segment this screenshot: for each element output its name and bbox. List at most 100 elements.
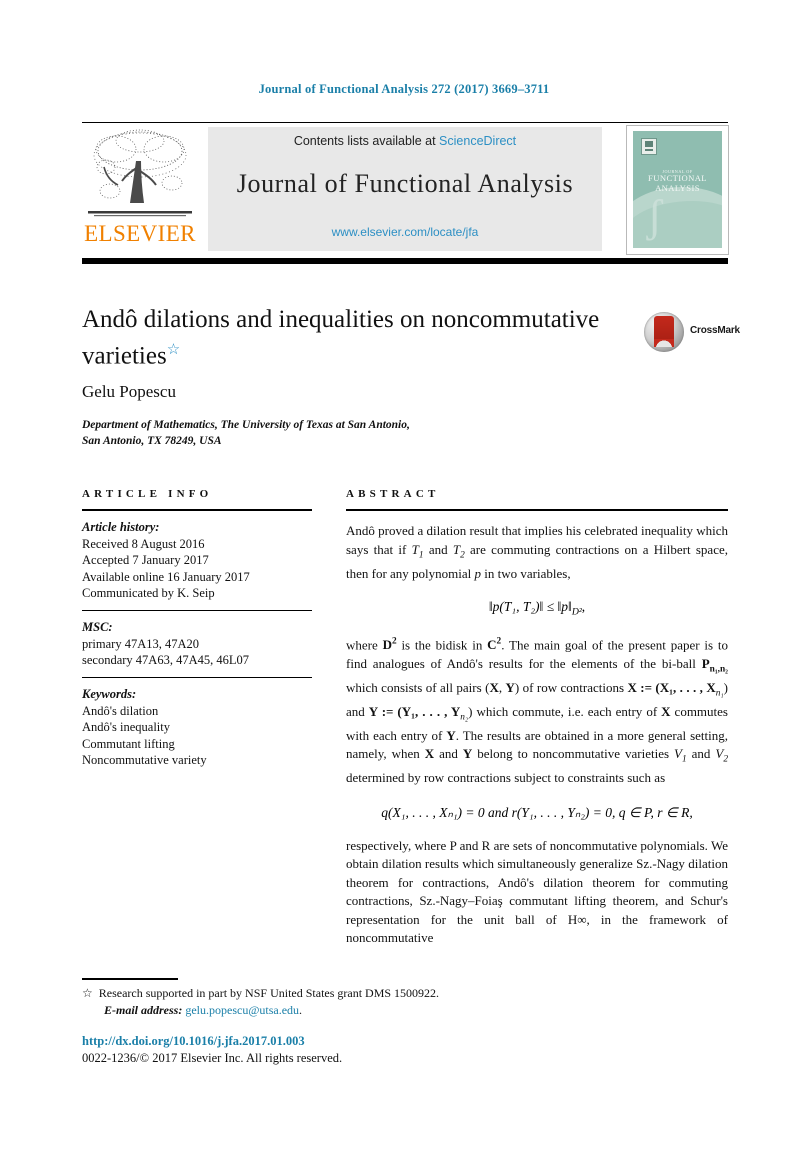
- abs-p2-X3: X: [424, 746, 435, 762]
- history-item: Received 8 August 2016: [82, 536, 205, 551]
- email-address-label: E-mail address:: [104, 1003, 183, 1017]
- abs-p2-l: belong to noncommutative varieties: [472, 746, 675, 762]
- msc-item: secondary 47A63, 47A45, 46L07: [82, 653, 249, 667]
- footnote-block: ☆ Research supported in part by NSF Unit…: [82, 985, 682, 1019]
- history-item: Available online 16 January 2017: [82, 569, 250, 584]
- abs-p2-a: where: [346, 637, 383, 653]
- article-info-heading: ARTICLE INFO: [82, 488, 213, 500]
- keyword-item: Andô's inequality: [82, 720, 171, 734]
- abs-p2-h: ) which commute, i.e. each entry of: [468, 703, 662, 719]
- journal-banner: ELSEVIER Contents lists available at Sci…: [82, 122, 729, 255]
- cover-title: JOURNAL OF FUNCTIONAL ANALYSIS: [633, 169, 722, 193]
- contents-prefix: Contents lists available at: [293, 134, 440, 148]
- journal-title: Journal of Functional Analysis: [236, 169, 574, 198]
- journal-cover-thumbnail[interactable]: ʃ JOURNAL OF FUNCTIONAL ANALYSIS: [626, 125, 729, 255]
- elsevier-logo[interactable]: ELSEVIER: [82, 127, 198, 251]
- abstract-heading: ABSTRACT: [346, 488, 440, 500]
- abstract-column: ABSTRACT Andô proved a dilation result t…: [346, 488, 728, 948]
- abs-p2-V1: V1: [674, 746, 687, 765]
- abs-p2-bidisk: D2: [382, 636, 397, 653]
- abstract-equation-1: ‖p(T₁, T₂)‖ ≤ ‖p‖D²,: [346, 599, 728, 618]
- crossmark-notch-shape: [654, 339, 674, 347]
- abs-p2-Y3: Y: [462, 746, 473, 762]
- affiliation-line-1: Department of Mathematics, The Universit…: [82, 419, 410, 431]
- abstract-rule: [346, 509, 728, 511]
- abs-p1-T1: T1: [411, 541, 424, 561]
- keywords-group: Keywords: Andô's dilation Andô's inequal…: [82, 686, 312, 769]
- history-item: Communicated by K. Seip: [82, 586, 215, 600]
- crossmark-label: CrossMark: [690, 325, 740, 336]
- abs-p2-Ydef: Y := (Y₁, . . . , Yn₂: [368, 703, 469, 723]
- abstract-paragraph-2: where D2 is the bidisk in C2. The main g…: [346, 633, 728, 788]
- article-history-group: Article history: Received 8 August 2016 …: [82, 519, 312, 602]
- copyright-notice: 0022-1236/© 2017 Elsevier Inc. All right…: [82, 1051, 343, 1065]
- equation-2-text: q(X₁, . . . , Xₙ₁) = 0 and r(Y₁, . . . ,…: [381, 804, 693, 820]
- journal-homepage-link[interactable]: www.elsevier.com/locate/jfa: [208, 225, 602, 239]
- header-divider: [82, 258, 728, 264]
- page-title: Andô dilations and inequalities on nonco…: [82, 304, 622, 371]
- equation-1-text: ‖p(T₁, T₂)‖ ≤ ‖p‖: [488, 599, 572, 615]
- abs-p1-T2: T2: [452, 541, 465, 561]
- equation-1-subscript: D²: [571, 606, 582, 618]
- abs-p2-n: determined by row contractions subject t…: [346, 770, 666, 786]
- msc-group: MSC: primary 47A13, 47A20 secondary 47A6…: [82, 619, 312, 669]
- email-link[interactable]: gelu.popescu@utsa.edu: [185, 1003, 299, 1017]
- affiliation-line-2: San Antonio, TX 78249, USA: [82, 434, 222, 447]
- keyword-item: Andô's dilation: [82, 703, 159, 718]
- abs-p2-k: and: [434, 746, 463, 762]
- abstract-equation-2: q(X₁, . . . , Xₙ₁) = 0 and r(Y₁, . . . ,…: [346, 805, 728, 821]
- article-info-column: ARTICLE INFO Article history: Received 8…: [82, 488, 312, 769]
- keyword-item: Commutant lifting: [82, 736, 175, 751]
- article-title-text: Andô dilations and inequalities on nonco…: [82, 306, 600, 370]
- abs-p2-e: ,: [498, 679, 506, 695]
- msc-item: primary 47A13, 47A20: [82, 636, 199, 651]
- sciencedirect-link[interactable]: ScienceDirect: [439, 134, 516, 148]
- contents-box: Contents lists available at ScienceDirec…: [208, 127, 602, 251]
- elsevier-square-icon: [641, 138, 657, 155]
- footnote-rule: [82, 978, 178, 980]
- email-period: .: [299, 1003, 303, 1017]
- abs-p2-Y2: Y: [446, 727, 456, 743]
- abs-p2-Y: Y: [505, 679, 515, 695]
- cover-artwork: ʃ JOURNAL OF FUNCTIONAL ANALYSIS: [633, 131, 722, 248]
- abs-p2-m: and: [686, 746, 716, 762]
- abs-p2-V2: V2: [715, 746, 728, 765]
- contents-available-line: Contents lists available at ScienceDirec…: [208, 134, 602, 148]
- cover-title-line-3: ANALYSIS: [655, 182, 700, 193]
- banner-top-rule: [82, 122, 728, 123]
- abs-p2-f: ) of row contractions: [514, 679, 628, 695]
- msc-divider: [82, 609, 312, 611]
- footnote-email-line: E-mail address: gelu.popescu@utsa.edu.: [104, 1002, 682, 1019]
- abs-p2-X2: X: [661, 703, 671, 719]
- keywords-divider: [82, 676, 312, 678]
- running-head: Journal of Functional Analysis 272 (2017…: [258, 82, 550, 96]
- abs-p2-complex: C2: [487, 636, 502, 653]
- title-footnote-star-icon[interactable]: ☆: [167, 342, 180, 358]
- msc-label: MSC:: [82, 620, 113, 634]
- keyword-item: Noncommutative variety: [82, 753, 207, 767]
- abs-p2-d: which consists of all pairs (: [346, 679, 490, 695]
- author-name: Gelu Popescu: [82, 382, 176, 401]
- elsevier-wordmark: ELSEVIER: [84, 221, 196, 246]
- equation-1-comma: ,: [581, 599, 586, 615]
- abs-p2-biball: Pn₁,n₂: [701, 655, 728, 675]
- paper-page: Journal of Functional Analysis 272 (2017…: [0, 0, 808, 1162]
- crossmark-badge[interactable]: CrossMark: [644, 312, 740, 352]
- abs-p2-X: X: [489, 679, 499, 695]
- author-affiliation: Department of Mathematics, The Universit…: [82, 418, 542, 449]
- abstract-paragraph-3: respectively, where P and R are sets of …: [346, 837, 728, 946]
- keywords-label: Keywords:: [82, 687, 137, 701]
- abs-p1-b: and: [423, 541, 453, 557]
- elsevier-tree-icon: [84, 127, 196, 221]
- abs-p1-d: in two variables,: [481, 565, 571, 581]
- cover-flourish: ʃ: [647, 190, 663, 241]
- footnote-funding-text: Research supported in part by NSF United…: [98, 986, 440, 1000]
- article-info-rule: [82, 509, 312, 511]
- history-item: Accepted 7 January 2017: [82, 553, 209, 567]
- doi-link[interactable]: http://dx.doi.org/10.1016/j.jfa.2017.01.…: [82, 1034, 305, 1049]
- abs-p2-Xdef: X := (X₁, . . . , Xn₁: [627, 679, 724, 699]
- footnote-star-icon: ☆: [82, 986, 93, 1000]
- abs-p2-b: is the bidisk in: [396, 637, 488, 653]
- abstract-paragraph-1: Andô proved a dilation result that impli…: [346, 522, 728, 583]
- crossmark-circle-icon: [644, 312, 684, 352]
